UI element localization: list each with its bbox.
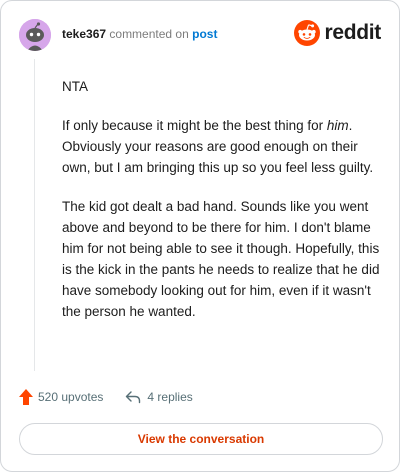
username-link[interactable]: teke367 — [62, 27, 106, 41]
snoo-avatar-icon[interactable] — [19, 19, 51, 51]
comment-footer: 520 upvotes 4 replies — [19, 389, 193, 405]
comment-paragraph-2: If only because it might be the best thi… — [62, 115, 380, 178]
action-text: commented on — [109, 27, 189, 41]
post-link[interactable]: post — [192, 27, 217, 41]
reddit-logo[interactable]: reddit — [294, 20, 381, 46]
comment-embed-card: teke367 commented on post reddit NTA If … — [0, 0, 400, 472]
thread-line — [34, 59, 35, 371]
reply-count: 4 replies — [147, 390, 193, 404]
upvote-arrow-icon — [19, 389, 33, 405]
upvote-count: 520 upvotes — [38, 390, 104, 404]
reply-icon — [126, 391, 141, 404]
comment-body: NTA If only because it might be the best… — [62, 76, 380, 340]
reddit-wordmark: reddit — [324, 21, 381, 44]
comment-paragraph-1: NTA — [62, 79, 88, 94]
comment-paragraph-3: The kid got dealt a bad hand. Sounds lik… — [62, 199, 380, 319]
paragraph-2-lead: If only because it might be the best thi… — [62, 118, 327, 133]
emphasis-him: him — [326, 118, 349, 133]
upvote-control[interactable]: 520 upvotes — [19, 389, 103, 405]
reddit-logo-icon — [294, 20, 321, 46]
replies-control[interactable]: 4 replies — [125, 390, 193, 404]
view-conversation-button[interactable]: View the conversation — [19, 423, 383, 455]
comment-header: teke367 commented on post — [62, 26, 217, 42]
